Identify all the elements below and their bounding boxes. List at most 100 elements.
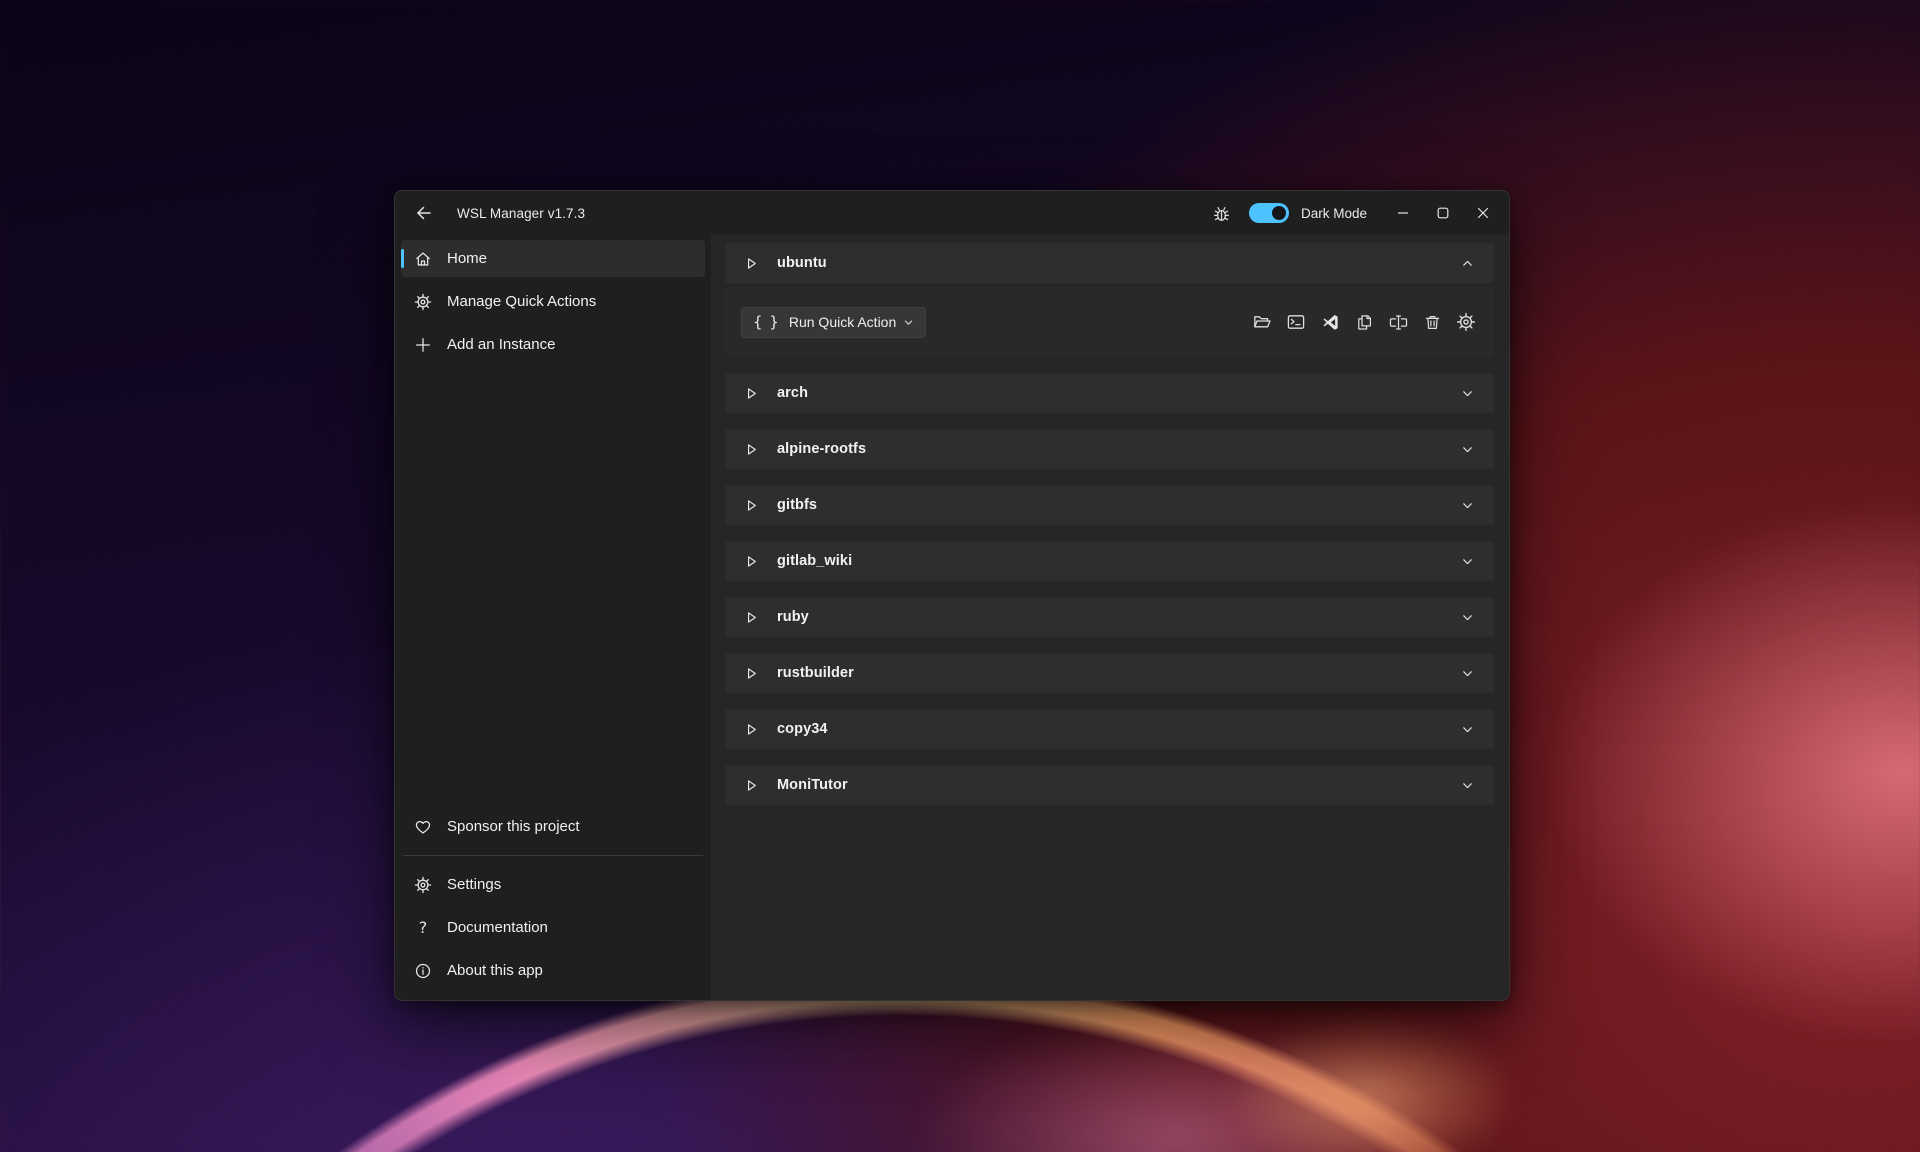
instance-name: ubuntu [777,255,827,271]
sidebar-item-label: Sponsor this project [447,818,580,835]
chevron-down-icon [1461,667,1474,680]
start-instance-button[interactable] [739,251,763,275]
expand-button[interactable] [1456,662,1478,684]
run-quick-action-button[interactable]: { } Run Quick Action [741,307,926,338]
instance-name: gitlab_wiki [777,553,852,569]
heart-icon [413,817,433,837]
expand-button[interactable] [1456,382,1478,404]
start-instance-button[interactable] [739,549,763,573]
instance-name: MoniTutor [777,777,848,793]
sidebar-item-label: Documentation [447,919,548,936]
back-arrow-icon [415,204,433,222]
bug-icon[interactable] [1211,202,1233,224]
expand-button[interactable] [1456,494,1478,516]
braces-icon: { } [753,313,780,331]
sidebar-item-home[interactable]: Home [401,240,705,277]
instance-row-rustbuilder[interactable]: rustbuilder [725,653,1494,693]
instance-settings-icon[interactable] [1455,311,1477,333]
start-instance-button[interactable] [739,381,763,405]
sidebar-divider [403,855,703,856]
play-icon [744,610,759,625]
chevron-down-icon [1461,611,1474,624]
wallpaper-glow [1180,1000,1600,1152]
chevron-down-icon [1461,387,1474,400]
run-quick-action-label: Run Quick Action [789,314,896,330]
play-icon [744,256,759,271]
dark-mode-toggle[interactable] [1249,203,1289,223]
instance-row-ubuntu[interactable]: ubuntu [725,243,1494,283]
sidebar-item-label: Settings [447,876,501,893]
dark-mode-label: Dark Mode [1301,206,1367,221]
instance-name: arch [777,385,808,401]
duplicate-icon[interactable] [1353,311,1375,333]
instance-row-monitutor[interactable]: MoniTutor [725,765,1494,805]
chevron-down-icon [1461,779,1474,792]
close-button[interactable] [1463,198,1503,228]
sidebar-item-label: Home [447,250,487,267]
start-instance-button[interactable] [739,773,763,797]
plus-icon [413,335,433,355]
titlebar: WSL Manager v1.7.3 Dark Mode [395,191,1509,235]
instance-row-copy34[interactable]: copy34 [725,709,1494,749]
play-icon [744,722,759,737]
sidebar-item-about[interactable]: About this app [401,952,705,989]
instance-actions [1251,311,1477,333]
toggle-knob [1272,206,1286,220]
rename-icon[interactable] [1387,311,1409,333]
instance-list: ubuntu { } Run Quick Action [711,235,1509,1000]
maximize-icon [1437,207,1449,219]
info-icon [413,961,433,981]
selected-indicator [401,249,404,268]
minimize-button[interactable] [1383,198,1423,228]
instance-row-gitlab-wiki[interactable]: gitlab_wiki [725,541,1494,581]
terminal-icon[interactable] [1285,311,1307,333]
open-folder-icon[interactable] [1251,311,1273,333]
start-instance-button[interactable] [739,661,763,685]
play-icon [744,386,759,401]
back-button[interactable] [407,198,441,228]
instance-name: copy34 [777,721,828,737]
start-instance-button[interactable] [739,437,763,461]
start-instance-button[interactable] [739,717,763,741]
window-body: Home Manage Quick Actions Add an Instanc… [395,235,1509,1000]
play-icon [744,554,759,569]
expand-button[interactable] [1456,718,1478,740]
sidebar-item-label: Add an Instance [447,336,555,353]
sidebar-item-add-instance[interactable]: Add an Instance [401,326,705,363]
instance-row-gitbfs[interactable]: gitbfs [725,485,1494,525]
sidebar-item-documentation[interactable]: ? Documentation [401,909,705,946]
start-instance-button[interactable] [739,493,763,517]
chevron-down-icon [1461,723,1474,736]
start-instance-button[interactable] [739,605,763,629]
expand-button[interactable] [1456,606,1478,628]
home-icon [413,249,433,269]
collapse-button[interactable] [1456,252,1478,274]
app-window: WSL Manager v1.7.3 Dark Mode [394,190,1510,1001]
vscode-icon[interactable] [1319,311,1341,333]
expand-button[interactable] [1456,550,1478,572]
chevron-down-icon [903,317,914,328]
chevron-up-icon [1461,257,1474,270]
play-icon [744,442,759,457]
chevron-down-icon [1461,555,1474,568]
chevron-down-icon [1461,499,1474,512]
instance-row-arch[interactable]: arch [725,373,1494,413]
instance-name: rustbuilder [777,665,854,681]
maximize-button[interactable] [1423,198,1463,228]
delete-icon[interactable] [1421,311,1443,333]
sidebar-item-manage-quick-actions[interactable]: Manage Quick Actions [401,283,705,320]
close-icon [1477,207,1489,219]
window-title: WSL Manager v1.7.3 [457,206,585,221]
expand-button[interactable] [1456,438,1478,460]
instance-row-ruby[interactable]: ruby [725,597,1494,637]
sidebar-item-sponsor[interactable]: Sponsor this project [401,808,705,845]
expand-button[interactable] [1456,774,1478,796]
instance-row-alpine-rootfs[interactable]: alpine-rootfs [725,429,1494,469]
gear-icon [413,875,433,895]
play-icon [744,666,759,681]
sidebar-spacer [399,366,707,805]
sidebar-item-label: Manage Quick Actions [447,293,596,310]
question-icon: ? [413,918,433,938]
chevron-down-icon [1461,443,1474,456]
sidebar-item-settings[interactable]: Settings [401,866,705,903]
